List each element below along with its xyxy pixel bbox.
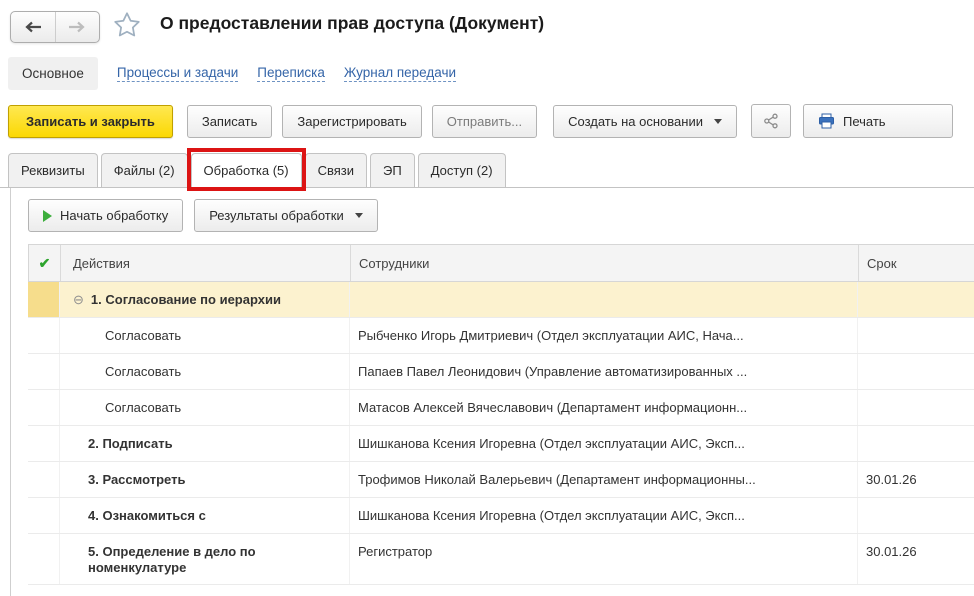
arrow-right-icon	[68, 21, 86, 33]
table-row[interactable]: 4. Ознакомиться сШишканова Ксения Игорев…	[28, 498, 974, 534]
row-employee: Рыбченко Игорь Дмитриевич (Отдел эксплуа…	[350, 318, 858, 353]
document-window: О предоставлении прав доступа (Документ)…	[0, 0, 974, 596]
row-action: Согласовать	[60, 390, 350, 425]
back-button[interactable]	[11, 12, 56, 42]
panel-left-border	[10, 188, 11, 596]
row-check-cell	[28, 354, 60, 389]
tab-links[interactable]: Связи	[305, 153, 367, 187]
row-employee: Регистратор	[350, 534, 858, 584]
table-row[interactable]: СогласоватьПапаев Павел Леонидович (Упра…	[28, 354, 974, 390]
forward-button[interactable]	[56, 12, 100, 42]
row-action: Согласовать	[60, 354, 350, 389]
tab-files[interactable]: Файлы (2)	[101, 153, 188, 187]
row-due-date: 30.01.26	[858, 462, 974, 497]
favorite-star-icon[interactable]	[112, 10, 142, 45]
row-action: ⊖ 1. Согласование по иерархии	[60, 282, 350, 317]
start-processing-button[interactable]: Начать обработку	[28, 199, 183, 232]
row-employee: Шишканова Ксения Игоревна (Отдел эксплуа…	[350, 426, 858, 461]
row-check-cell	[28, 462, 60, 497]
processing-results-button[interactable]: Результаты обработки	[194, 199, 378, 232]
chevron-down-icon	[355, 213, 363, 218]
process-table-header: ✔ Действия Сотрудники Срок	[28, 244, 974, 282]
row-employee: Шишканова Ксения Игоревна (Отдел эксплуа…	[350, 498, 858, 533]
row-employee: Трофимов Николай Валерьевич (Департамент…	[350, 462, 858, 497]
column-header-check: ✔	[29, 245, 61, 281]
nav-item-main[interactable]: Основное	[8, 57, 98, 90]
processing-toolbar: Начать обработку Результаты обработки	[28, 199, 378, 232]
tab-signature[interactable]: ЭП	[370, 153, 415, 187]
row-action: 4. Ознакомиться с	[60, 498, 350, 533]
play-icon	[43, 210, 52, 222]
share-icon	[763, 113, 779, 129]
table-row[interactable]: СогласоватьМатасов Алексей Вячеславович …	[28, 390, 974, 426]
tab-access[interactable]: Доступ (2)	[418, 153, 506, 187]
column-header-due: Срок	[859, 245, 974, 281]
section-nav: Основное Процессы и задачи Переписка Жур…	[8, 55, 456, 91]
document-tabbar: Реквизиты Файлы (2) Обработка (5) Связи …	[0, 152, 974, 188]
row-action: 3. Рассмотреть	[60, 462, 350, 497]
row-due-date	[858, 282, 974, 317]
row-action: 2. Подписать	[60, 426, 350, 461]
share-button[interactable]	[751, 104, 791, 138]
tab-processing-label: Обработка (5)	[204, 163, 289, 178]
print-button[interactable]: Печать	[803, 104, 953, 138]
row-check-cell	[28, 282, 60, 317]
nav-link-correspondence[interactable]: Переписка	[257, 65, 325, 82]
column-header-employees: Сотрудники	[351, 245, 859, 281]
create-based-on-label: Создать на основании	[568, 114, 703, 129]
row-due-date	[858, 354, 974, 389]
row-check-cell	[28, 390, 60, 425]
page-title: О предоставлении прав доступа (Документ)	[160, 13, 544, 34]
table-row[interactable]: ⊖ 1. Согласование по иерархии	[28, 282, 974, 318]
row-due-date	[858, 390, 974, 425]
command-bar: Записать и закрыть Записать Зарегистриро…	[8, 104, 974, 138]
check-icon: ✔	[39, 255, 51, 272]
row-check-cell	[28, 498, 60, 533]
row-due-date	[858, 318, 974, 353]
start-processing-label: Начать обработку	[60, 208, 168, 223]
row-due-date	[858, 498, 974, 533]
processing-results-label: Результаты обработки	[209, 208, 344, 223]
row-employee: Матасов Алексей Вячеславович (Департамен…	[350, 390, 858, 425]
row-due-date: 30.01.26	[858, 534, 974, 584]
arrow-left-icon	[24, 21, 42, 33]
table-row[interactable]: 5. Определение в дело по номенкулатуреРе…	[28, 534, 974, 585]
process-table-body: ⊖1. Согласование по иерархииСогласоватьР…	[28, 282, 974, 585]
save-button[interactable]: Записать	[187, 105, 273, 138]
save-and-close-button[interactable]: Записать и закрыть	[8, 105, 173, 138]
row-employee	[350, 282, 858, 317]
row-check-cell	[28, 318, 60, 353]
send-button[interactable]: Отправить...	[432, 105, 537, 138]
register-button[interactable]: Зарегистрировать	[282, 105, 421, 138]
collapse-minus-icon[interactable]: ⊖	[73, 292, 84, 307]
nav-link-processes[interactable]: Процессы и задачи	[117, 65, 238, 82]
history-nav-buttons	[10, 11, 100, 43]
row-check-cell	[28, 426, 60, 461]
row-due-date	[858, 426, 974, 461]
print-label: Печать	[843, 114, 886, 129]
tab-processing[interactable]: Обработка (5)	[191, 153, 302, 188]
tab-requisites[interactable]: Реквизиты	[8, 153, 98, 187]
row-action: 5. Определение в дело по номенкулатуре	[60, 534, 350, 584]
table-row[interactable]: 2. ПодписатьШишканова Ксения Игоревна (О…	[28, 426, 974, 462]
chevron-down-icon	[714, 119, 722, 124]
table-row[interactable]: СогласоватьРыбченко Игорь Дмитриевич (От…	[28, 318, 974, 354]
row-employee: Папаев Павел Леонидович (Управление авто…	[350, 354, 858, 389]
row-action: Согласовать	[60, 318, 350, 353]
create-based-on-button[interactable]: Создать на основании	[553, 105, 737, 138]
process-table: ✔ Действия Сотрудники Срок ⊖ 1. Согласова…	[28, 244, 974, 585]
printer-icon	[818, 113, 835, 129]
column-header-actions: Действия	[61, 245, 351, 281]
nav-link-transfer-log[interactable]: Журнал передачи	[344, 65, 456, 82]
table-row[interactable]: 3. РассмотретьТрофимов Николай Валерьеви…	[28, 462, 974, 498]
row-check-cell	[28, 534, 60, 584]
group-title: 1. Согласование по иерархии	[91, 292, 281, 307]
